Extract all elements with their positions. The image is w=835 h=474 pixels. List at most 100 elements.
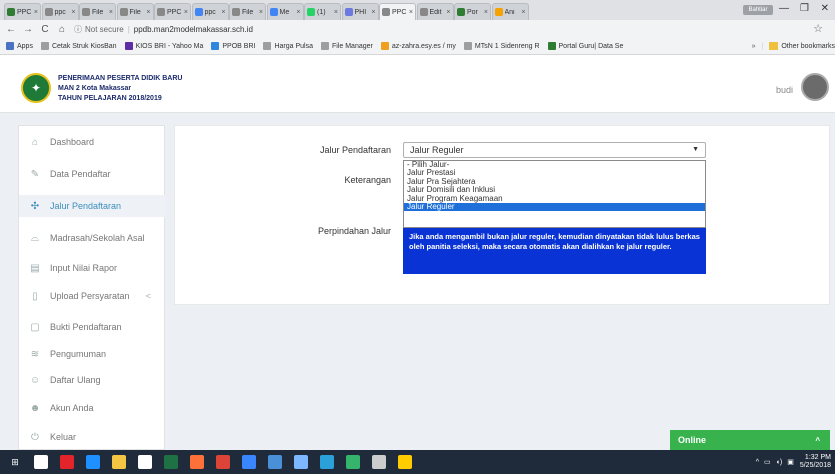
browser-profile-chip[interactable]: Bahtiar (743, 5, 773, 15)
close-icon[interactable]: × (259, 9, 263, 16)
bookmark-star-icon[interactable]: ☆ (813, 22, 823, 35)
excel-icon[interactable] (164, 455, 178, 469)
bookmark-item[interactable]: PPOB BRI (211, 42, 255, 50)
chevron-up-icon[interactable]: ^ (815, 436, 820, 445)
clock-time: 1:32 PM (804, 454, 831, 461)
whatsapp-icon (307, 8, 315, 16)
bookmark-item[interactable]: MTsN 1 Sidenreng R (463, 42, 540, 50)
close-icon[interactable]: × (146, 9, 150, 16)
url-text[interactable]: ppdb.man2modelmakassar.sch.id (134, 25, 253, 34)
close-icon[interactable]: × (221, 9, 225, 16)
close-icon[interactable]: × (371, 9, 375, 16)
browser-tab[interactable]: ppc × (41, 3, 79, 20)
sidebar-item[interactable]: ✣ Jalur Pendaftaran (19, 195, 165, 217)
app3-icon[interactable] (398, 455, 412, 469)
browser-tab[interactable]: Por × (454, 3, 491, 20)
explorer-icon[interactable] (112, 455, 126, 469)
winamp-icon[interactable] (268, 455, 282, 469)
browser-tab[interactable]: PPC × (379, 3, 416, 20)
close-icon[interactable]: × (109, 9, 113, 16)
browser-tab[interactable]: (1) × (304, 3, 341, 20)
dropdown-option[interactable]: Jalur Reguler (404, 202, 705, 212)
brand[interactable]: PENERIMAAN PESERTA DIDIK BARU MAN 2 Kota… (58, 74, 182, 104)
close-icon[interactable]: × (521, 9, 525, 16)
ppdb-icon (7, 8, 15, 16)
chrome-icon[interactable] (216, 455, 230, 469)
close-window-button[interactable]: ✕ (821, 3, 829, 14)
browser-tab[interactable]: PPC × (4, 3, 41, 20)
sidebar-item-label: Dashboard (50, 137, 95, 147)
network-icon[interactable]: ▭ (764, 458, 771, 466)
opera-icon[interactable] (60, 455, 74, 469)
close-icon[interactable]: × (34, 9, 38, 16)
sidebar-item[interactable]: ≋ Pengumuman (19, 343, 165, 365)
app-icon[interactable] (346, 455, 360, 469)
browser-tab[interactable]: PPC × (154, 3, 191, 20)
mail-icon[interactable] (242, 455, 256, 469)
sidebar-item[interactable]: ⌂ Dashboard (19, 131, 165, 153)
school-logo-icon[interactable]: ✦ (21, 73, 51, 103)
task-view-icon[interactable] (34, 455, 48, 469)
home-icon[interactable]: ⌂ (57, 24, 67, 35)
browser-tab[interactable]: File × (229, 3, 266, 20)
reload-icon[interactable]: C (40, 24, 50, 35)
user-name[interactable]: budi (776, 85, 793, 95)
info-icon[interactable]: ⓘ (74, 24, 82, 35)
close-icon[interactable]: × (334, 9, 338, 16)
bookmark-item[interactable]: KIOS BRI - Yahoo Ma (124, 42, 203, 50)
maximize-button[interactable]: ❐ (800, 3, 809, 14)
bookmark-item[interactable]: Portal Guru| Data Se (547, 42, 623, 50)
sidebar-item-label: Jalur Pendaftaran (50, 201, 122, 211)
browser-tab[interactable]: Edit × (416, 3, 454, 20)
browser-tab[interactable]: File × (116, 3, 154, 20)
sidebar-item[interactable]: ☺ Daftar Ulang (19, 369, 165, 391)
back-arrow-icon[interactable]: ← (6, 24, 16, 35)
online-chat-widget[interactable]: Online ^ (670, 430, 830, 450)
close-icon[interactable]: × (409, 9, 413, 16)
firefox-icon[interactable] (190, 455, 204, 469)
bookmark-item[interactable]: File Manager (321, 42, 373, 50)
browser-tab[interactable]: Ani × (491, 3, 529, 20)
close-icon[interactable]: × (446, 9, 450, 16)
close-icon[interactable]: × (296, 9, 300, 16)
more-bookmarks-button[interactable]: » (752, 43, 756, 50)
jalur-select[interactable]: Jalur Reguler ▼ (403, 142, 706, 158)
system-tray: ^ ▭ ◖) ▣ 1:32 PM 5/25/2018 (756, 450, 831, 474)
close-icon[interactable]: × (71, 9, 75, 16)
volume-icon[interactable]: ◖) (776, 459, 783, 466)
bookmark-item[interactable]: Apps (6, 42, 33, 50)
notification-icon[interactable]: ▣ (787, 458, 794, 466)
browser-tab[interactable]: PHI × (341, 3, 379, 20)
photos-icon[interactable] (294, 455, 308, 469)
tray-chevron-icon[interactable]: ^ (756, 459, 759, 466)
bookmark-item[interactable]: Harga Pulsa (263, 42, 313, 50)
close-icon[interactable]: × (484, 9, 488, 16)
browser-tab[interactable]: Me × (266, 3, 304, 20)
windows-icon[interactable]: ⊞ (8, 455, 22, 469)
bookmark-item[interactable]: az-zahra.esy.es / my (380, 42, 456, 50)
close-icon[interactable]: × (184, 9, 188, 16)
url-field[interactable]: ⓘ Not secure | ppdb.man2modelmakassar.sc… (74, 24, 253, 35)
browser-tab[interactable]: File × (79, 3, 116, 20)
clock[interactable]: 1:32 PM 5/25/2018 (800, 454, 831, 470)
forward-arrow-icon[interactable]: → (23, 24, 33, 35)
avatar[interactable] (801, 73, 829, 101)
other-bookmarks-button[interactable]: Other bookmarks (781, 43, 835, 50)
sidebar-item[interactable]: ⌓ Madrasah/Sekolah Asal (19, 227, 165, 249)
app2-icon[interactable] (372, 455, 386, 469)
sidebar-item[interactable]: ✎ Data Pendaftar (19, 163, 165, 185)
sidebar-item[interactable]: ▤ Input Nilai Rapor (19, 257, 165, 279)
telegram-icon[interactable] (320, 455, 334, 469)
bookmark-item[interactable]: Cetak Struk KiosBan (40, 42, 117, 50)
sidebar-item[interactable]: ▯ Upload Persyaratan < (19, 285, 165, 307)
sidebar-item[interactable]: ☻ Akun Anda (19, 397, 165, 419)
minimize-button[interactable]: — (779, 3, 789, 14)
browser-tab[interactable]: ppc × (191, 3, 229, 20)
jalur-label: Jalur Pendaftaran (319, 145, 391, 155)
page-icon (382, 8, 390, 16)
store-icon[interactable] (138, 455, 152, 469)
book-icon: ▤ (30, 262, 40, 274)
edge-icon[interactable] (86, 455, 100, 469)
sidebar-item[interactable]: ⏻ Keluar (19, 426, 165, 448)
sidebar-item[interactable]: ▢ Bukti Pendaftaran (19, 316, 165, 338)
